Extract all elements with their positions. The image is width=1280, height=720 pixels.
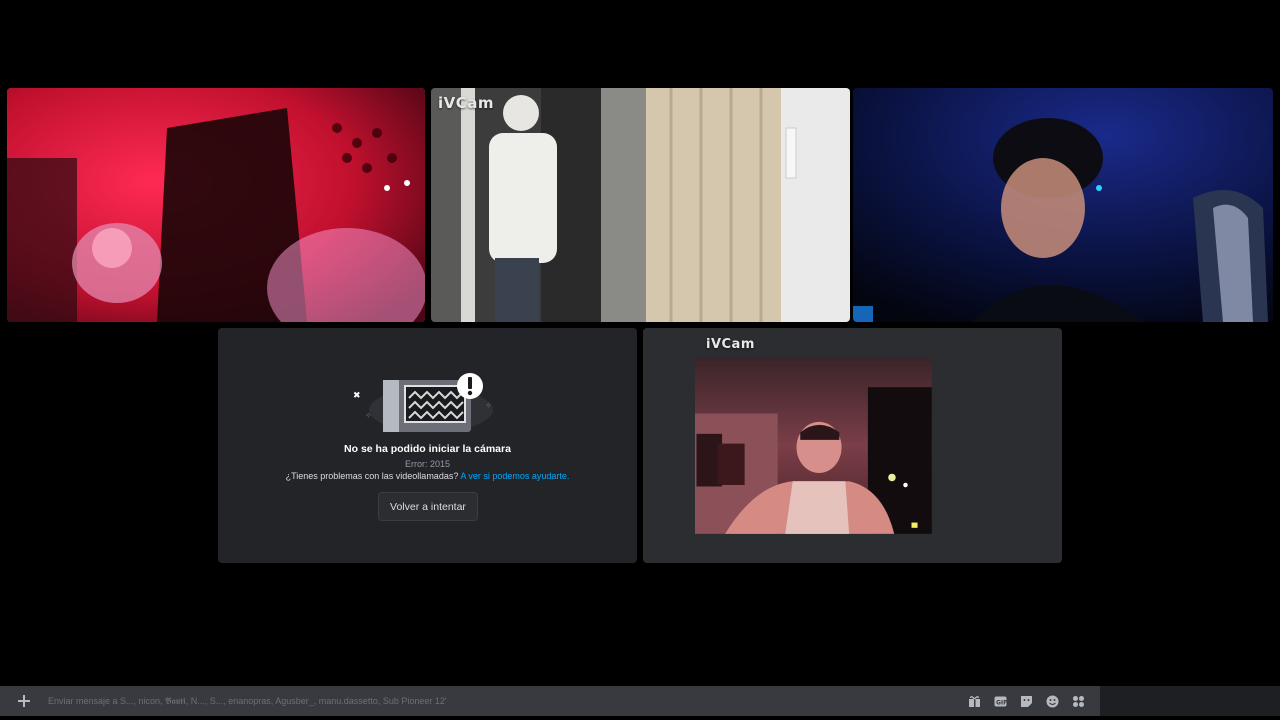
gift-icon[interactable]	[966, 693, 982, 709]
broken-camera-illustration: ✖ ✧ ✧	[353, 373, 493, 432]
add-attachment-button[interactable]	[0, 686, 48, 716]
video-tile-5[interactable]: iVCam	[643, 328, 1062, 563]
message-input[interactable]: Enviar mensaje a S..., nicon, 𝕭𝖆𝖚𝖙𝖎, N..…	[48, 696, 966, 707]
camera-error-code: Error: 2015	[404, 459, 451, 469]
camera-watermark: iVCam	[706, 337, 755, 352]
video-tile-4-camera-error: ✖ ✧ ✧ No se ha podido iniciar la cámara …	[218, 328, 637, 563]
camera-error-help: ¿Tienes problemas con las videollamadas?…	[218, 471, 637, 481]
svg-text:✧: ✧	[485, 401, 492, 410]
video-tile-1[interactable]	[7, 88, 425, 322]
sticker-icon[interactable]	[1018, 693, 1034, 709]
gif-icon[interactable]: GIF	[992, 693, 1008, 709]
svg-text:✖: ✖	[353, 391, 361, 401]
plus-icon	[18, 695, 30, 707]
svg-text:✧: ✧	[365, 411, 372, 420]
video-tile-2[interactable]: iVCam	[431, 88, 850, 322]
help-question: ¿Tienes problemas con las videollamadas?	[285, 471, 459, 481]
help-link[interactable]: A ver si podemos ayudarte.	[460, 471, 569, 481]
video-feed	[853, 88, 1273, 322]
emoji-icon[interactable]	[1044, 693, 1060, 709]
camera-watermark: iVCam	[438, 94, 495, 112]
apps-icon[interactable]	[1070, 693, 1086, 709]
video-tile-3[interactable]	[853, 88, 1273, 322]
retry-button[interactable]: Volver a intentar	[378, 492, 478, 521]
chat-bar-filler	[1100, 686, 1280, 716]
chat-bar: Enviar mensaje a S..., nicon, 𝕭𝖆𝖚𝖙𝖎, N..…	[0, 686, 1100, 716]
video-feed	[7, 88, 425, 322]
video-feed	[431, 88, 850, 322]
svg-text:GIF: GIF	[996, 699, 1007, 706]
camera-error-title: No se ha podido iniciar la cámara	[344, 443, 511, 455]
chat-toolbar: GIF	[966, 693, 1100, 709]
video-feed	[695, 357, 932, 534]
